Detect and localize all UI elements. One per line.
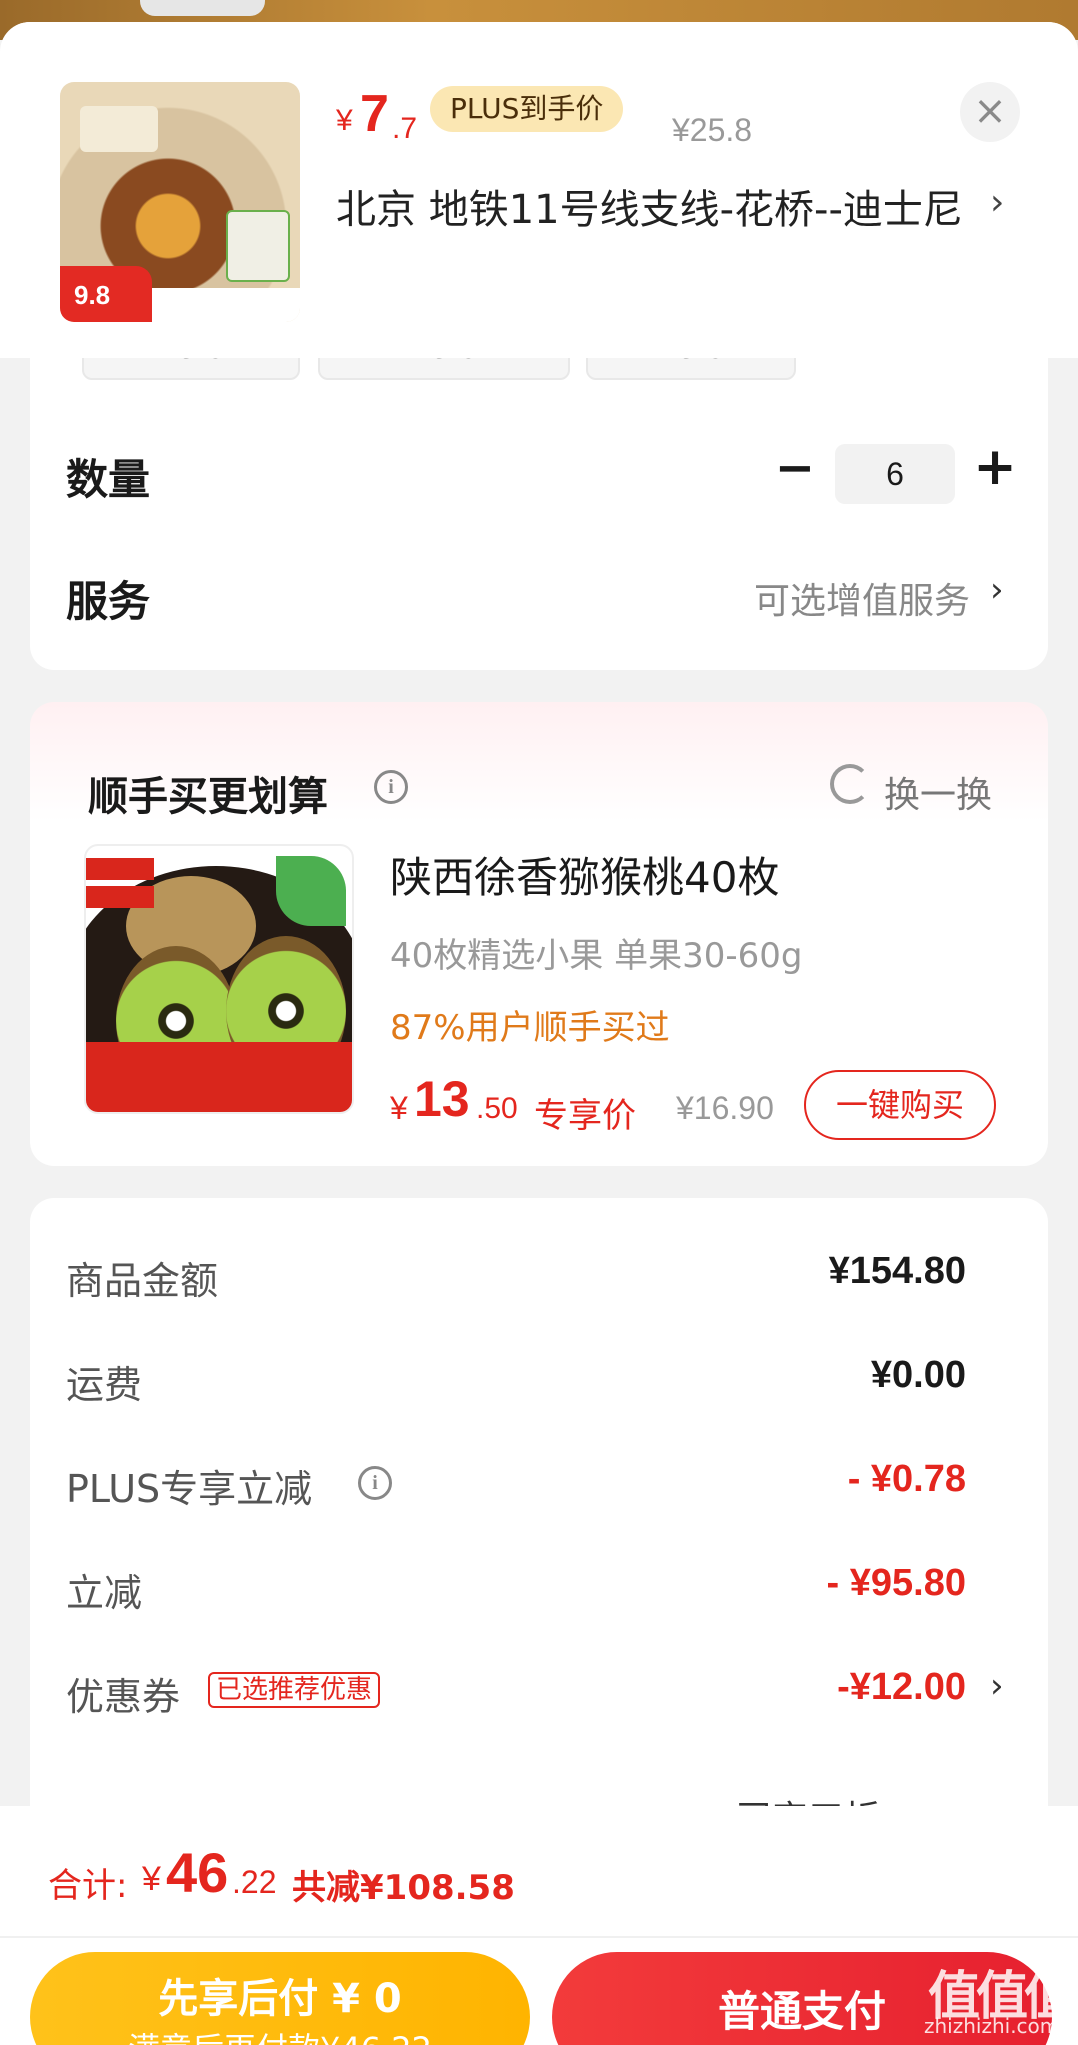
checkout-footer: 合计: ¥ 46 .22 共减¥108.58 先享后付 ¥ 0 满意后再付款¥4… (0, 1806, 1078, 2045)
total-label: 合计: (48, 1866, 128, 1906)
summary-value: - ¥0.78 (847, 1458, 966, 1500)
chevron-right-icon[interactable]: › (990, 570, 1004, 610)
chevron-right-icon[interactable]: › (990, 182, 1004, 223)
summary-label: 运费 (66, 1363, 143, 1407)
image-leaf (276, 856, 346, 926)
thumbnail-strip (152, 288, 300, 322)
delivery-address[interactable]: 北京 地铁11号线支线-花桥--迪士尼 (336, 182, 996, 238)
recommend-price-currency: ¥ (390, 1090, 408, 1126)
thumbnail-package (226, 210, 290, 282)
total-decimal: .22 (232, 1864, 277, 1900)
pay-later-title: 先享后付 ¥ 0 (158, 1976, 402, 2022)
quantity-label: 数量 (66, 455, 151, 504)
image-tag (86, 858, 154, 880)
watermark-url: zhizhizhi.com (924, 2014, 1060, 2038)
recommend-product-desc: 40枚精选小果 单果30-60g (390, 936, 803, 976)
pay-later-button[interactable]: 先享后付 ¥ 0 满意后再付款¥46.22 (30, 1952, 530, 2045)
coupon-value[interactable]: -¥12.00 (640, 1666, 966, 1709)
recommend-title: 顺手买更划算 (88, 774, 328, 820)
kiwi-product-image[interactable] (84, 844, 354, 1114)
image-tag (86, 886, 154, 908)
quantity-input[interactable]: 6 (835, 444, 955, 504)
recommend-product-name[interactable]: 陕西徐香猕猴桃40枚 (390, 844, 779, 905)
price-integer: 7 (360, 85, 389, 143)
summary-label: PLUS专享立减 (66, 1467, 313, 1511)
info-icon[interactable]: i (374, 770, 408, 804)
total-currency: ¥ (142, 1860, 161, 1898)
footer-divider (0, 1936, 1078, 1938)
product-thumbnail[interactable]: 9.8 (60, 82, 300, 322)
background-pill (140, 0, 265, 16)
chevron-right-icon[interactable]: › (990, 1666, 1004, 1706)
service-label: 服务 (66, 577, 151, 626)
summary-value: ¥154.80 (828, 1250, 966, 1292)
recommend-price-label: 专享价 (534, 1096, 636, 1136)
summary-label: 立减 (66, 1571, 143, 1615)
quantity-decrease-button[interactable]: − (760, 440, 830, 500)
pay-later-subtitle: 满意后再付款¥46.22 (30, 2024, 530, 2045)
close-icon[interactable]: × (960, 82, 1020, 142)
swap-button[interactable]: 换一换 (884, 766, 992, 818)
recommend-price-decimal: .50 (476, 1092, 518, 1125)
thumbnail-badge (80, 106, 158, 152)
recommend-social-proof: 87%用户顺手买过 (390, 1008, 670, 1048)
recommend-original-price: ¥16.90 (676, 1090, 774, 1126)
original-price: ¥25.8 (672, 112, 753, 148)
summary-label: 优惠券 (66, 1675, 181, 1719)
quantity-increase-button[interactable]: + (960, 438, 1030, 500)
info-icon[interactable]: i (358, 1466, 392, 1500)
thumbnail-price: 9.8 (60, 266, 152, 322)
product-header: 9.8 ¥ 7 .7 PLUS到手价 ¥25.8 × 北京 地铁11号线支线-花… (0, 22, 1078, 358)
plus-price-badge: PLUS到手价 (430, 86, 624, 132)
recommend-price-integer: 13 (414, 1071, 470, 1127)
total-integer: 46 (166, 1841, 229, 1904)
refresh-icon[interactable] (830, 764, 870, 804)
image-ribbon (86, 1042, 352, 1112)
total-saved: 共减¥108.58 (292, 1868, 515, 1908)
price-currency: ¥ (336, 104, 353, 137)
price-decimal: .7 (392, 112, 418, 145)
one-click-buy-button[interactable]: 一键购买 (804, 1070, 996, 1140)
purchase-sheet: +25.67 +25.67 +25.67 数量 − 6 + 服务 可选增值服务 … (0, 22, 1078, 2045)
summary-value: - ¥95.80 (826, 1562, 966, 1604)
service-selector[interactable]: 可选增值服务 (720, 572, 970, 624)
coupon-status-badge: 已选推荐优惠 (208, 1672, 381, 1708)
summary-label: 商品金额 (66, 1259, 219, 1303)
summary-value: ¥0.00 (870, 1354, 966, 1396)
